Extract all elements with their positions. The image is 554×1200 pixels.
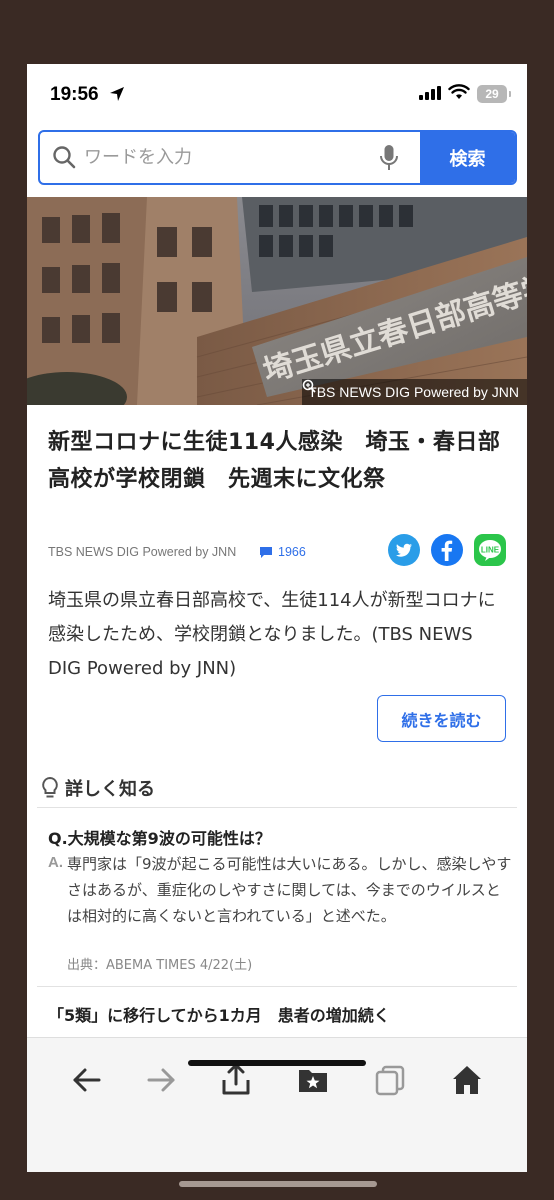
learn-more-header: 詳しく知る xyxy=(37,772,517,808)
comment-count: 1966 xyxy=(278,545,306,559)
search-icon xyxy=(53,146,76,169)
learn-more-title: 詳しく知る xyxy=(65,779,155,800)
section-divider xyxy=(37,986,517,987)
location-arrow-icon xyxy=(110,87,124,101)
cellular-signal-icon xyxy=(419,86,441,100)
back-arrow-icon xyxy=(73,1068,101,1092)
home-indicator xyxy=(188,1060,366,1066)
qa-answer-label: A. xyxy=(48,854,63,871)
share-facebook-button[interactable] xyxy=(431,534,463,566)
facebook-icon xyxy=(441,540,453,561)
twitter-icon xyxy=(396,543,412,557)
search-input[interactable] xyxy=(84,132,374,183)
wifi-icon xyxy=(448,84,470,99)
status-bar: 19:56 29 xyxy=(27,64,527,126)
lightbulb-icon xyxy=(42,776,58,798)
comment-icon xyxy=(260,546,272,558)
read-more-button[interactable]: 続きを読む xyxy=(377,695,506,742)
zoom-icon xyxy=(302,379,316,393)
battery-indicator: 29 xyxy=(477,85,511,103)
status-time: 19:56 xyxy=(50,84,99,105)
share-icon xyxy=(222,1063,250,1095)
article-summary: 埼玉県の県立春日部高校で、生徒114人が新型コロナに感染したため、学校閉鎖となり… xyxy=(48,590,496,679)
image-credit: TBS NEWS DIG Powered by JNN xyxy=(302,379,527,405)
home-icon xyxy=(453,1066,481,1094)
home-button[interactable] xyxy=(447,1060,487,1100)
browser-toolbar xyxy=(27,1037,527,1172)
share-line-button[interactable]: LINE xyxy=(474,534,506,566)
screen-grip-bar xyxy=(179,1181,377,1187)
share-button[interactable] xyxy=(216,1060,256,1100)
back-button[interactable] xyxy=(67,1060,107,1100)
qa-question[interactable]: Q.大規模な第9波の可能性は？ xyxy=(48,825,271,849)
related-article-headline[interactable]: 「5類」に移行してから1カ月 患者の増加続く xyxy=(48,1002,390,1026)
share-twitter-button[interactable] xyxy=(388,534,420,566)
school-building-photo: 埼玉県立春日部高等学校 xyxy=(27,197,527,405)
bookmarks-button[interactable] xyxy=(293,1060,333,1100)
forward-button[interactable] xyxy=(141,1060,181,1100)
tabs-icon xyxy=(375,1065,405,1096)
qa-citation: 出典：ABEMA TIMES 4/22(土) xyxy=(67,958,253,973)
article-headline: 新型コロナに生徒114人感染 埼玉・春日部高校が学校閉鎖 先週末に文化祭 xyxy=(48,430,501,492)
comment-link[interactable]: 1966 xyxy=(259,542,306,562)
phone-screen: 19:56 29 検索 xyxy=(27,64,527,1172)
article-hero-image[interactable]: 埼玉県立春日部高等学校 TBS NEWS DIG Powered by JNN xyxy=(27,197,527,405)
forward-arrow-icon xyxy=(147,1068,175,1092)
article-source: TBS NEWS DIG Powered by JNN xyxy=(48,545,237,559)
line-icon: LINE xyxy=(479,540,501,561)
search-bar: 検索 xyxy=(38,130,517,185)
search-button[interactable]: 検索 xyxy=(420,132,515,183)
qa-answer: 専門家は「9波が起こる可能性は大いにある。しかし、感染しやすさはあるが、重症化の… xyxy=(67,855,512,925)
line-icon-label: LINE xyxy=(481,546,500,555)
microphone-icon[interactable] xyxy=(378,143,400,173)
tabs-button[interactable] xyxy=(370,1060,410,1100)
image-credit-text: TBS NEWS DIG Powered by JNN xyxy=(308,384,519,400)
bookmark-folder-icon xyxy=(299,1070,327,1092)
